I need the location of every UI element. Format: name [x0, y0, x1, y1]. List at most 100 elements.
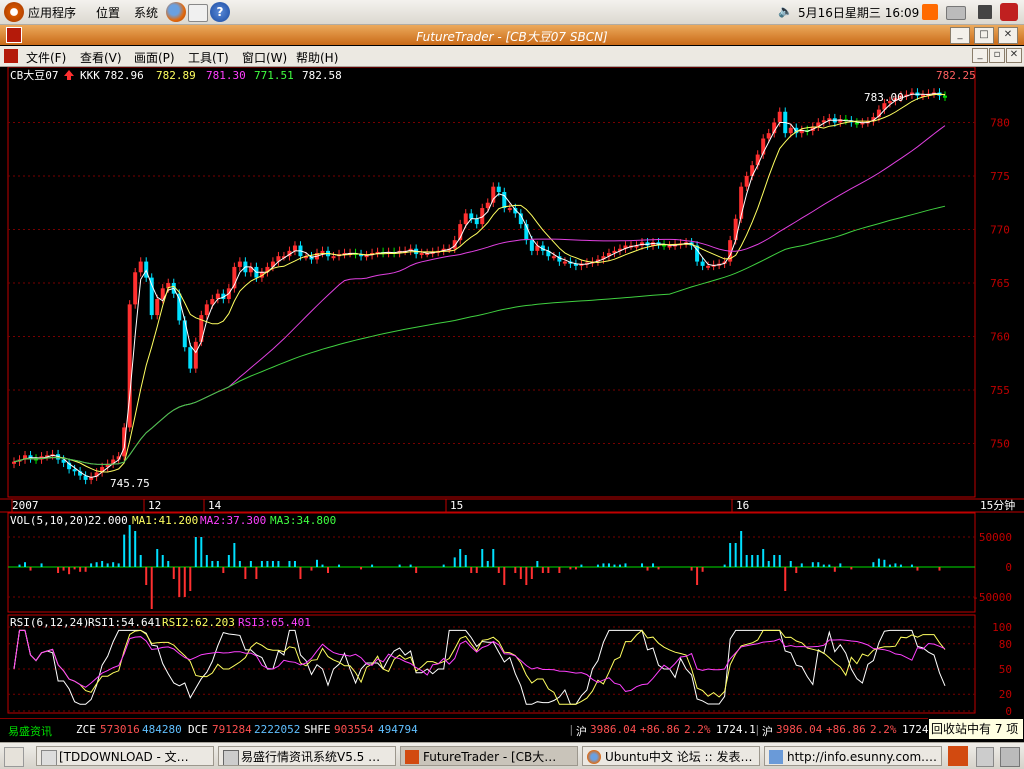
volume-bar — [271, 561, 274, 567]
tray-app-icon[interactable] — [948, 746, 968, 766]
index-separator: | — [568, 723, 575, 736]
volume-bar — [773, 555, 776, 567]
volume-bar — [690, 567, 693, 571]
volume-bar — [442, 564, 445, 567]
volume-bar — [938, 567, 941, 571]
volume-bar — [839, 563, 842, 567]
volume-bar — [238, 561, 241, 567]
volume-bar — [657, 567, 660, 570]
volume-bar — [293, 561, 296, 567]
zce-value-1: 573016 — [100, 723, 140, 736]
rsi2-value: RSI2:62.203 — [162, 616, 235, 629]
ubuntu-logo-icon[interactable] — [4, 2, 24, 22]
help-launcher-icon[interactable]: ? — [210, 2, 230, 22]
volume-ma3: MA3:34.800 — [270, 514, 336, 527]
menu-tools[interactable]: 工具(T) — [188, 49, 229, 66]
task-label: FutureTrader - [CB大… — [423, 750, 557, 764]
candle-body — [177, 293, 182, 321]
volume-bar — [618, 564, 621, 567]
task-futuretrader[interactable]: FutureTrader - [CB大… — [400, 746, 578, 766]
applications-menu[interactable]: 应用程序 — [28, 4, 76, 21]
volume-value: 22.000 — [88, 514, 128, 527]
volume-bar — [161, 555, 164, 567]
workspace-switcher-icon[interactable] — [976, 747, 994, 767]
candle-body — [700, 261, 705, 266]
high-price-label: 783.00 — [864, 91, 904, 104]
volume-bar — [778, 555, 781, 567]
volume-bar — [569, 567, 572, 570]
folder-icon — [41, 750, 57, 765]
task-esunny-web[interactable]: http://info.esunny.com.… — [764, 746, 942, 766]
volume-icon[interactable]: 🔈 — [778, 4, 793, 18]
brand-label[interactable]: 易盛资讯 — [8, 723, 52, 739]
menu-screen[interactable]: 画面(P) — [134, 49, 175, 66]
taskbar: [TDDOWNLOAD - 文… 易盛行情资讯系统V5.5 … FutureTr… — [0, 742, 1024, 769]
zce-value-2: 484280 — [142, 723, 182, 736]
candle-body — [419, 253, 424, 256]
date-label: 12 — [148, 499, 161, 512]
logout-icon[interactable] — [1000, 3, 1018, 21]
volume-bar — [822, 564, 825, 567]
candle-body — [204, 304, 209, 316]
volume-bar — [321, 564, 324, 567]
task-esunny[interactable]: 易盛行情资讯系统V5.5 … — [218, 746, 396, 766]
volume-bar — [541, 567, 544, 573]
mdi-app-icon[interactable] — [4, 49, 18, 63]
candle-body — [149, 277, 154, 316]
header-value: 781.30 — [206, 69, 246, 82]
mdi-close-button[interactable]: ✕ — [1006, 48, 1022, 63]
close-button[interactable]: ✕ — [998, 27, 1018, 44]
volume-bar — [277, 561, 280, 567]
update-notifier-icon[interactable] — [922, 4, 938, 20]
volume-bar — [486, 561, 489, 567]
show-desktop-icon[interactable] — [4, 747, 24, 767]
task-label: Ubuntu中文 论坛 :: 发表… — [605, 750, 753, 764]
menu-file[interactable]: 文件(F) — [26, 49, 66, 66]
workspace-icon[interactable] — [978, 5, 992, 19]
volume-bar — [762, 549, 765, 567]
candle-body — [562, 261, 567, 264]
places-menu[interactable]: 位置 — [96, 4, 120, 21]
volume-bar — [415, 567, 418, 573]
candlestick-chart[interactable]: 780 775 770 765 760 755 750 CB大豆07 KKK 782.96 782.… — [0, 67, 1024, 716]
menu-view[interactable]: 查看(V) — [80, 49, 122, 66]
volume-bar — [409, 564, 412, 567]
minimize-button[interactable]: _ — [950, 27, 970, 44]
chart-area[interactable]: 780 775 770 765 760 755 750 CB大豆07 KKK 782.96 782.… — [0, 67, 1024, 716]
network-icon[interactable] — [946, 6, 966, 20]
volume-bar — [696, 567, 699, 585]
volume-bar — [255, 567, 258, 579]
volume-bar — [888, 564, 891, 567]
volume-bar — [183, 567, 186, 597]
volume-bar — [167, 561, 170, 567]
candle-body — [733, 218, 738, 241]
symbol-label: CB大豆07 — [10, 68, 59, 82]
menu-window[interactable]: 窗口(W) — [242, 49, 287, 66]
clock[interactable]: 5月16日星期三 16:09 — [798, 4, 919, 21]
volume-bar — [811, 562, 814, 567]
index-1-percent: 2.2% — [684, 723, 711, 736]
window-titlebar[interactable]: FutureTrader - [CB大豆07 SBCN] _ □ ✕ — [0, 25, 1024, 45]
volume-bar — [244, 567, 247, 579]
mdi-restore-button[interactable]: ▫ — [989, 48, 1005, 63]
trash-icon[interactable] — [1000, 747, 1020, 767]
mdi-minimize-button[interactable]: _ — [972, 48, 988, 63]
mail-launcher-icon[interactable] — [188, 4, 208, 22]
index-2-change: +86.86 — [826, 723, 866, 736]
system-menu[interactable]: 系统 — [134, 4, 158, 21]
menu-help[interactable]: 帮助(H) — [296, 49, 338, 66]
rsi-tick: 100 — [992, 621, 1012, 634]
rsi-tick: 20 — [999, 688, 1012, 701]
price-tick: 775 — [990, 170, 1010, 183]
price-tick: 760 — [990, 330, 1010, 343]
volume-bar — [68, 567, 71, 575]
price-tick: 750 — [990, 437, 1010, 450]
volume-bar — [734, 543, 737, 567]
volume-tick: 0 — [1005, 561, 1012, 574]
task-tddownload[interactable]: [TDDOWNLOAD - 文… — [36, 746, 214, 766]
volume-bar — [117, 563, 120, 567]
firefox-launcher-icon[interactable] — [166, 2, 186, 22]
maximize-button[interactable]: □ — [974, 27, 994, 44]
volume-bar — [95, 562, 98, 567]
task-ubuntu-forum[interactable]: Ubuntu中文 论坛 :: 发表… — [582, 746, 760, 766]
